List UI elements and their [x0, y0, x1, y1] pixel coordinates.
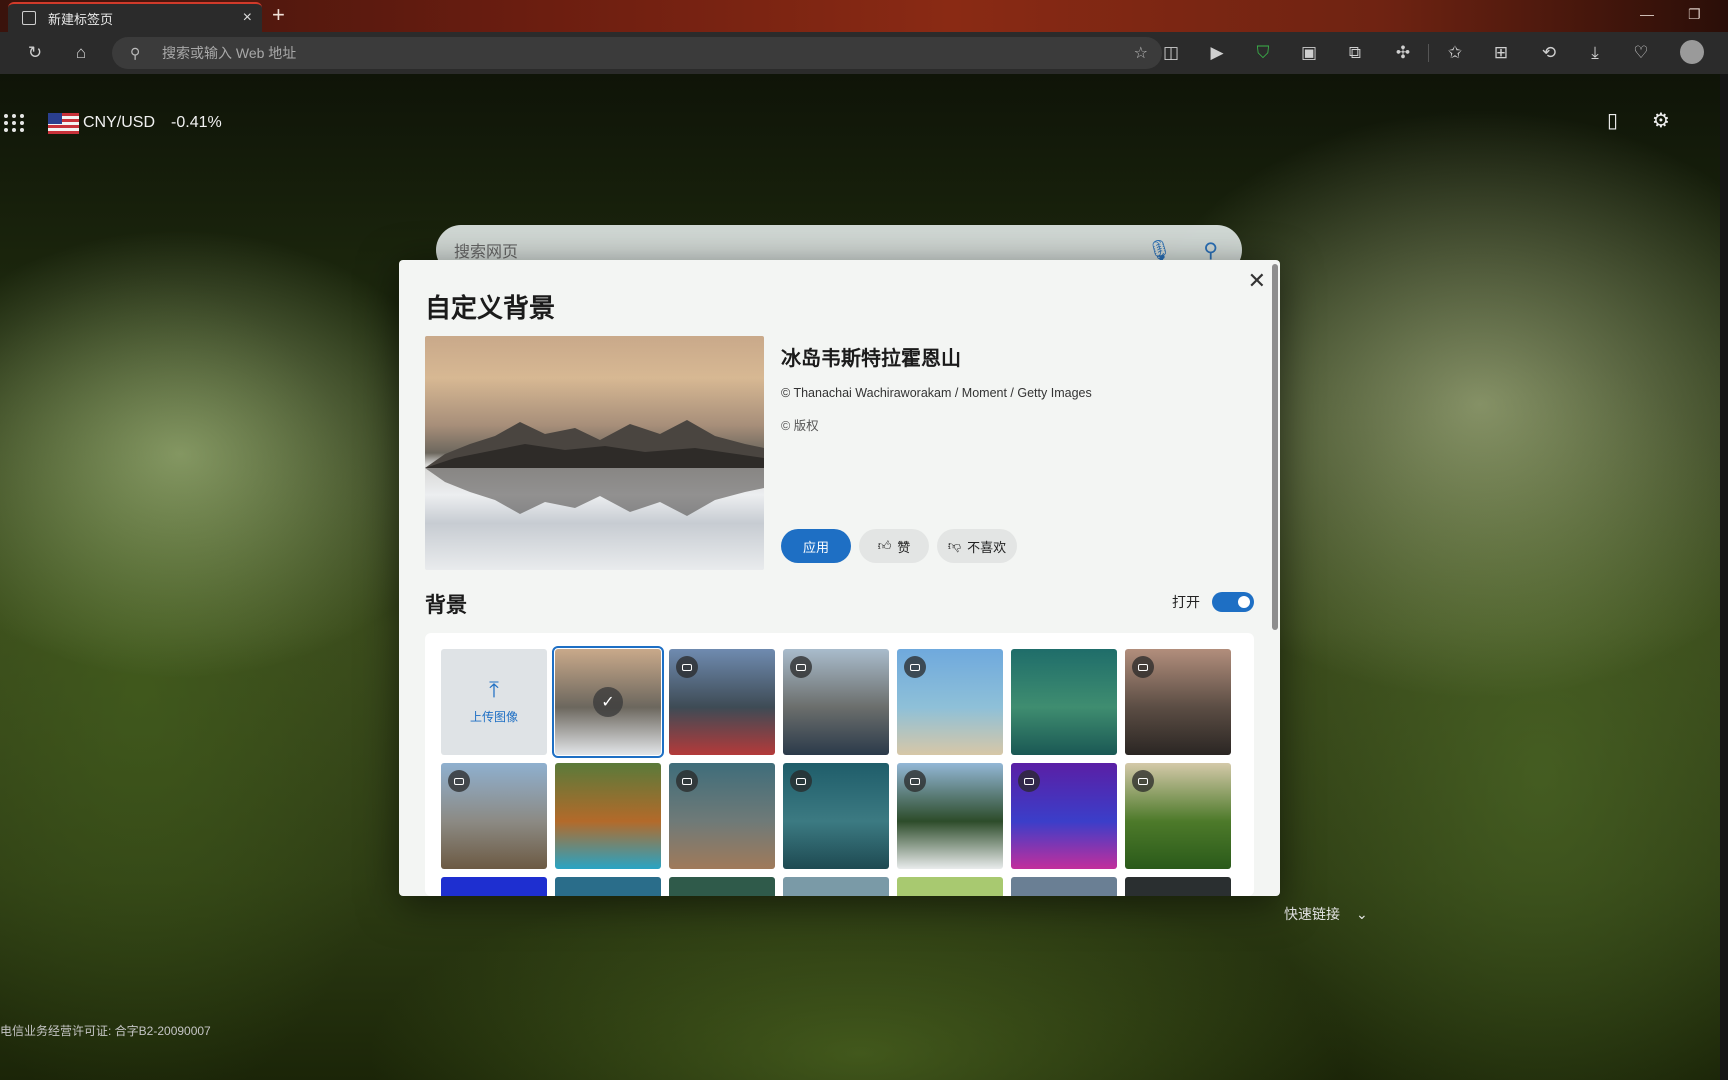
tab-new-tab[interactable]: 新建标签页 ×	[8, 2, 262, 32]
page-scrollbar[interactable]	[1720, 74, 1728, 1080]
search-icon: ⚲	[130, 44, 141, 61]
background-thumbnail-coast-cliffs[interactable]	[555, 763, 661, 869]
download-icon[interactable]: ⤓	[1584, 42, 1606, 64]
collections-icon[interactable]: ⊞	[1490, 42, 1512, 64]
background-thumbnail-desert-hills[interactable]	[669, 763, 775, 869]
apply-label: 应用	[802, 539, 829, 555]
new-tab-button[interactable]: +	[272, 4, 285, 26]
upload-icon: ⤒	[489, 676, 499, 702]
search-icon[interactable]: ⚲	[1203, 238, 1218, 263]
background-thumbnail-mount-fuji-flowers[interactable]	[669, 649, 775, 755]
shield-extension-icon[interactable]: ⛉	[1252, 42, 1274, 64]
video-camera-icon	[1132, 656, 1154, 678]
video-camera-icon	[904, 656, 926, 678]
address-placeholder: 搜索或输入 Web 地址	[162, 45, 297, 61]
dislike-button[interactable]: 👎︎ 不喜欢	[937, 529, 1017, 563]
photo-credit: © Thanachai Wachiraworakam / Moment / Ge…	[781, 386, 1092, 400]
close-icon[interactable]: ✕	[1248, 268, 1266, 294]
split-screen-icon[interactable]: ⧉	[1344, 42, 1366, 64]
thumbs-up-icon: 👍︎	[877, 538, 892, 553]
phone-icon[interactable]: ▯	[1607, 108, 1618, 133]
minimize-icon[interactable]: —	[1640, 6, 1654, 22]
background-thumbnail-waterfall-forest[interactable]	[897, 763, 1003, 869]
history-icon[interactable]: ⟲	[1538, 42, 1560, 64]
tab-strip: 新建标签页 × + — ❐	[0, 0, 1728, 32]
background-title: 冰岛韦斯特拉霍恩山	[781, 348, 961, 370]
copyright-link[interactable]: © 版权	[781, 415, 819, 434]
video-camera-icon	[790, 656, 812, 678]
like-label: 赞	[897, 539, 911, 555]
currency-change: -0.41%	[171, 114, 222, 131]
background-thumbnail-row3-b[interactable]	[555, 877, 661, 896]
background-thumbnail-coastal-town[interactable]	[783, 649, 889, 755]
video-camera-icon	[904, 770, 926, 792]
video-camera-icon	[676, 770, 698, 792]
extensions-icon[interactable]: ✣	[1392, 42, 1414, 64]
reader-icon[interactable]: ◫	[1160, 42, 1182, 64]
background-preview-image	[425, 336, 764, 570]
background-thumbnail-row3-f[interactable]	[1011, 877, 1117, 896]
background-thumbnail-city-bridge[interactable]	[441, 763, 547, 869]
dialog-scrollbar[interactable]	[1272, 264, 1278, 630]
play-icon[interactable]: ▶	[1206, 42, 1228, 64]
background-thumbnail-iceland-vestrahorn[interactable]: ✓	[552, 646, 664, 758]
search-placeholder: 搜索网页	[454, 244, 519, 261]
browser-toolbar: ↻ ⌂ ⚲ 搜索或输入 Web 地址 ☆ ◫ ▶ ⛉ ▣ ⧉ ✣ ✩ ⊞ ⟲ ⤓…	[0, 32, 1728, 74]
browser-essentials-icon[interactable]: ♡	[1630, 42, 1652, 64]
background-thumbnail-row3-e[interactable]	[897, 877, 1003, 896]
background-thumbnail-lake-aerial[interactable]	[783, 763, 889, 869]
thumbs-down-icon: 👎︎	[947, 538, 962, 553]
background-toggle[interactable]	[1212, 592, 1254, 612]
tab-close-button[interactable]: ×	[243, 9, 252, 27]
video-camera-icon	[1018, 770, 1040, 792]
upload-image-button[interactable]: ⤒ 上传图像	[441, 649, 547, 755]
license-text: 电信业务经营许可证: 合字B2-20090007	[0, 1024, 211, 1038]
upload-label: 上传图像	[469, 709, 518, 724]
selected-check-icon: ✓	[593, 687, 623, 717]
newtab-favicon-icon	[22, 11, 36, 25]
toolbar-divider	[1428, 44, 1429, 62]
section-title-background: 背景	[425, 594, 467, 617]
apply-button[interactable]: 应用	[781, 529, 851, 563]
microphone-icon[interactable]: 🎙	[1147, 238, 1172, 263]
customize-background-dialog: ✕ 自定义背景 冰岛韦斯特拉霍恩山 © Thanachai Wachirawor…	[399, 260, 1280, 896]
home-icon[interactable]: ⌂	[70, 42, 92, 64]
address-bar[interactable]: ⚲ 搜索或输入 Web 地址 ☆	[112, 37, 1162, 69]
currency-pair[interactable]: CNY/USD	[83, 114, 155, 132]
video-camera-icon	[448, 770, 470, 792]
background-thumbnail-row3-c[interactable]	[669, 877, 775, 896]
background-thumbnail-vineyard-mountain[interactable]	[1125, 763, 1231, 869]
background-thumbnail-beach[interactable]	[897, 649, 1003, 755]
background-gallery: ⤒ 上传图像 ✓	[425, 633, 1254, 896]
restore-icon[interactable]: ❐	[1688, 6, 1701, 23]
tab-title: 新建标签页	[48, 11, 114, 27]
settings-gear-icon[interactable]: ⚙	[1652, 108, 1670, 133]
video-camera-icon	[676, 656, 698, 678]
toggle-label: 打开	[1172, 594, 1200, 610]
video-camera-icon	[1132, 770, 1154, 792]
background-thumbnail-purple-abstract[interactable]	[1011, 763, 1117, 869]
video-camera-icon	[790, 770, 812, 792]
favorites-icon[interactable]: ✩	[1444, 42, 1466, 64]
add-favorite-icon[interactable]: ☆	[1134, 43, 1148, 63]
us-flag-icon	[48, 112, 79, 134]
profile-avatar[interactable]	[1680, 40, 1704, 64]
background-thumbnail-row3-g[interactable]	[1125, 877, 1231, 896]
background-thumbnail-row3-a[interactable]	[441, 877, 547, 896]
image-extension-icon[interactable]: ▣	[1298, 42, 1320, 64]
quick-links-toggle[interactable]: 快速链接 ⌄	[1284, 904, 1368, 924]
dialog-title: 自定义背景	[425, 293, 556, 323]
like-button[interactable]: 👍︎ 赞	[859, 529, 929, 563]
apps-grid-icon[interactable]	[0, 108, 30, 138]
background-thumbnail-row3-d[interactable]	[783, 877, 889, 896]
refresh-icon[interactable]: ↻	[24, 42, 46, 64]
background-thumbnail-misty-cliff[interactable]	[1125, 649, 1231, 755]
background-thumbnail-aerial-circle[interactable]	[1011, 649, 1117, 755]
chevron-down-icon: ⌄	[1356, 905, 1368, 922]
quick-links-label: 快速链接	[1284, 906, 1340, 922]
dislike-label: 不喜欢	[967, 539, 1007, 555]
